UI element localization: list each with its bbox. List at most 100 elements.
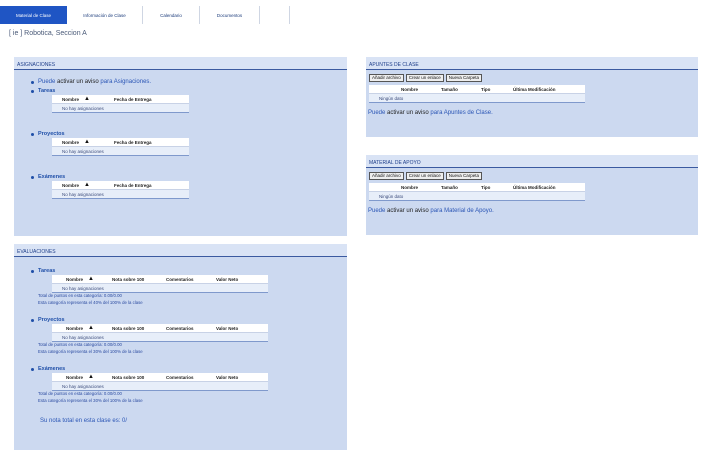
col-nombre[interactable]: Nombre [66, 375, 88, 380]
apuntes-header: APUNTES DE CLASE [366, 57, 698, 70]
table-header: Nombre ▲ Fecha de Entrega [52, 95, 189, 104]
col-fecha[interactable]: Fecha de Entrega [114, 183, 152, 188]
evaluaciones-panel: EVALUACIONES Tareas Nombre ▲ Nota sobre … [14, 244, 347, 450]
eval-category-tareas: Tareas Nombre ▲ Nota sobre 100 Comentari… [31, 267, 347, 306]
col-nota[interactable]: Nota sobre 100 [112, 277, 166, 282]
category-weight: Esta categoría representa el 30% del 100… [38, 397, 143, 403]
apuntes-panel: APUNTES DE CLASE Añadir archivo Crear un… [366, 57, 698, 137]
col-ultima-modificacion[interactable]: Última Modificación [513, 87, 556, 92]
table-row: No hay asignaciones [52, 284, 268, 292]
evaluaciones-table: Nombre ▲ Nota sobre 100 Comentarios Valo… [52, 373, 268, 391]
page-title: [ ie ] Robotica, Seccion A [9, 30, 87, 37]
col-nombre[interactable]: Nombre [62, 183, 84, 188]
activar-aviso-link[interactable]: activar un aviso [387, 208, 429, 214]
table-header: Nombre Tamaño Tipo Última Modificación [369, 183, 585, 192]
col-valor-neto[interactable]: Valor Neto [216, 375, 238, 380]
material-table: Nombre Tamaño Tipo Última Modificación N… [369, 183, 585, 201]
eval-category-proyectos: Proyectos Nombre ▲ Nota sobre 100 Coment… [31, 316, 347, 355]
material-header: MATERIAL DE APOYO [366, 155, 698, 168]
table-header: Nombre ▲ Nota sobre 100 Comentarios Valo… [52, 373, 268, 382]
sort-up-icon[interactable]: ▲ [88, 325, 112, 331]
col-comentarios[interactable]: Comentarios [166, 326, 216, 331]
apuntes-toolbar: Añadir archivo Crear un enlace Nueva Car… [369, 74, 698, 82]
col-nombre[interactable]: Nombre [66, 277, 88, 282]
sort-up-icon[interactable]: ▲ [88, 276, 112, 282]
evaluaciones-table: Nombre ▲ Nota sobre 100 Comentarios Valo… [52, 275, 268, 293]
table-row: No hay asignaciones [52, 333, 268, 341]
activar-aviso-link[interactable]: activar un aviso [387, 110, 429, 116]
table-header: Nombre Tamaño Tipo Última Modificación [369, 85, 585, 94]
table-header: Nombre ▲ Nota sobre 100 Comentarios Valo… [52, 324, 268, 333]
col-nombre[interactable]: Nombre [62, 140, 84, 145]
bullet-icon [31, 89, 34, 93]
table-row: Ningún dato [369, 192, 585, 200]
asignaciones-table: Nombre ▲ Fecha de Entrega No hay asignac… [52, 138, 189, 156]
eval-category-examenes: Exámenes Nombre ▲ Nota sobre 100 Comenta… [31, 365, 347, 404]
category-weight: Esta categoría representa el 30% del 100… [38, 348, 143, 354]
tab-material-de-clase[interactable]: Material de Clase [0, 6, 67, 24]
final-grade-text: Su nota total en esta clase es: 0/ [40, 418, 128, 424]
bullet-icon [31, 81, 34, 84]
asignaciones-panel: ASIGNACIONES Puede activar un aviso para… [14, 57, 347, 236]
col-comentarios[interactable]: Comentarios [166, 375, 216, 380]
col-fecha[interactable]: Fecha de Entrega [114, 140, 152, 145]
tab-documentos[interactable]: Documentos [200, 6, 260, 24]
tab-informacion-de-clase[interactable]: Información de Clase [67, 6, 143, 24]
category-proyectos: Proyectos Nombre ▲ Fecha de Entrega No h… [31, 130, 347, 156]
col-comentarios[interactable]: Comentarios [166, 277, 216, 282]
material-toolbar: Añadir archivo Crear un enlace Nueva Car… [369, 172, 698, 180]
bullet-icon [31, 318, 34, 322]
sort-up-icon[interactable]: ▲ [88, 374, 112, 380]
sort-up-icon[interactable]: ▲ [84, 139, 114, 145]
material-notice: Puede activar un aviso para Material de … [368, 208, 494, 214]
table-row: Ningún dato [369, 94, 585, 102]
asignaciones-table: Nombre ▲ Fecha de Entrega No hay asignac… [52, 181, 189, 199]
col-valor-neto[interactable]: Valor Neto [216, 277, 238, 282]
material-panel: MATERIAL DE APOYO Añadir archivo Crear u… [366, 155, 698, 235]
table-row: No hay asignaciones [52, 104, 189, 112]
col-nota[interactable]: Nota sobre 100 [112, 326, 166, 331]
col-tipo[interactable]: Tipo [481, 87, 513, 92]
new-folder-button[interactable]: Nueva Carpeta [445, 172, 483, 180]
asignaciones-notice: Puede activar un aviso para Asignaciones… [31, 78, 347, 87]
bullet-icon [31, 132, 34, 136]
category-examenes: Exámenes Nombre ▲ Fecha de Entrega No ha… [31, 173, 347, 199]
sort-up-icon[interactable]: ▲ [84, 96, 114, 102]
bullet-icon [31, 367, 34, 371]
create-link-button[interactable]: Crear un enlace [405, 172, 444, 180]
add-file-button[interactable]: Añadir archivo [369, 74, 404, 82]
col-nota[interactable]: Nota sobre 100 [112, 375, 166, 380]
tab-spacer [260, 6, 290, 24]
activar-aviso-link[interactable]: activar un aviso [57, 79, 99, 85]
evaluaciones-header: EVALUACIONES [14, 244, 347, 257]
table-row: No hay asignaciones [52, 190, 189, 198]
col-tamano[interactable]: Tamaño [441, 87, 481, 92]
col-tipo[interactable]: Tipo [481, 185, 513, 190]
col-nombre[interactable]: Nombre [62, 97, 84, 102]
add-file-button[interactable]: Añadir archivo [369, 172, 404, 180]
apuntes-notice: Puede activar un aviso para Apuntes de C… [368, 110, 493, 116]
apuntes-table: Nombre Tamaño Tipo Última Modificación N… [369, 85, 585, 103]
table-header: Nombre ▲ Fecha de Entrega [52, 138, 189, 147]
col-ultima-modificacion[interactable]: Última Modificación [513, 185, 556, 190]
new-folder-button[interactable]: Nueva Carpeta [445, 74, 483, 82]
table-row: No hay asignaciones [52, 147, 189, 155]
bullet-icon [31, 175, 34, 179]
col-nombre[interactable]: Nombre [66, 326, 88, 331]
evaluaciones-table: Nombre ▲ Nota sobre 100 Comentarios Valo… [52, 324, 268, 342]
asignaciones-header: ASIGNACIONES [14, 57, 347, 70]
table-header: Nombre ▲ Nota sobre 100 Comentarios Valo… [52, 275, 268, 284]
category-weight: Esta categoría representa el 40% del 100… [38, 299, 143, 305]
col-nombre[interactable]: Nombre [401, 185, 441, 190]
asignaciones-table: Nombre ▲ Fecha de Entrega No hay asignac… [52, 95, 189, 113]
table-header: Nombre ▲ Fecha de Entrega [52, 181, 189, 190]
col-tamano[interactable]: Tamaño [441, 185, 481, 190]
bullet-icon [31, 269, 34, 273]
create-link-button[interactable]: Crear un enlace [405, 74, 444, 82]
col-valor-neto[interactable]: Valor Neto [216, 326, 238, 331]
tab-bar: Material de Clase Información de Clase C… [0, 6, 290, 24]
tab-calendario[interactable]: Calendario [143, 6, 200, 24]
col-fecha[interactable]: Fecha de Entrega [114, 97, 152, 102]
sort-up-icon[interactable]: ▲ [84, 182, 114, 188]
col-nombre[interactable]: Nombre [401, 87, 441, 92]
